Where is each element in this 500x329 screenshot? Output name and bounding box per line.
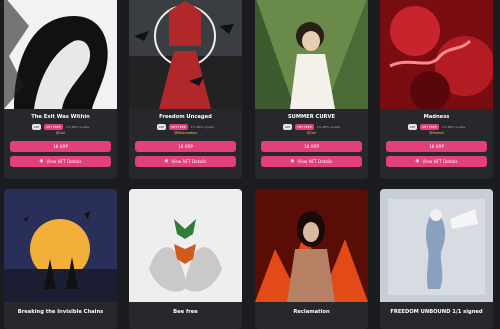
creator-link[interactable]: @Muthell bbox=[380, 131, 493, 135]
view-details-label: View NFT Details bbox=[171, 159, 207, 164]
nft-title: Reclamation bbox=[293, 309, 330, 315]
holders-badge: NFT FREE bbox=[44, 124, 63, 130]
nft-card[interactable]: FREEDOM UNBOUND 1/1 signed bbox=[380, 189, 493, 329]
eye-icon: ◉ bbox=[415, 159, 420, 164]
holders-badge: NFT FREE bbox=[295, 124, 314, 130]
eye-icon: ◉ bbox=[164, 159, 169, 164]
creator-link[interactable]: @Cori bbox=[255, 131, 368, 135]
badges: ART NFT FREE 1% 48% royalty bbox=[129, 124, 242, 130]
nft-title: FREEDOM UNBOUND 1/1 signed bbox=[390, 309, 483, 315]
nft-card[interactable]: Reclamation bbox=[255, 189, 368, 329]
royalty-text: 1% 48% royalty bbox=[316, 125, 341, 129]
nft-artwork[interactable] bbox=[380, 0, 493, 109]
view-details-button[interactable]: ◉ View NFT Details bbox=[10, 156, 111, 167]
eye-icon: ◉ bbox=[290, 159, 295, 164]
royalty-text: 1% 48% royalty bbox=[190, 125, 215, 129]
nft-artwork[interactable] bbox=[255, 0, 368, 109]
view-details-label: View NFT Details bbox=[46, 159, 82, 164]
nft-artwork[interactable] bbox=[255, 189, 368, 302]
holders-badge: NFT FREE bbox=[169, 124, 188, 130]
nft-card[interactable]: Breaking the Invisible Chains bbox=[4, 189, 117, 329]
eye-icon: ◉ bbox=[39, 159, 44, 164]
badges: ART NFT FREE 1% 48% royalty bbox=[380, 124, 493, 130]
view-details-button[interactable]: ◉ View NFT Details bbox=[386, 156, 487, 167]
view-details-label: View NFT Details bbox=[297, 159, 333, 164]
nft-artwork[interactable] bbox=[4, 0, 117, 109]
nft-card[interactable]: Madness ART NFT FREE 1% 48% royalty @Mut… bbox=[380, 0, 493, 179]
nft-title: Breaking the Invisible Chains bbox=[17, 309, 104, 315]
price-button[interactable]: 18 XRP bbox=[261, 141, 362, 152]
view-details-label: View NFT Details bbox=[422, 159, 458, 164]
royalty-text: 1% 48% royalty bbox=[65, 125, 90, 129]
badges: ART NFT FREE 1% 48% royalty bbox=[255, 124, 368, 130]
nft-artwork[interactable] bbox=[380, 189, 493, 302]
nft-artwork[interactable] bbox=[129, 0, 242, 109]
nft-card[interactable]: Bee free bbox=[129, 189, 242, 329]
type-badge: ART bbox=[31, 124, 42, 130]
nft-grid: The Exit Was Within ART NFT FREE 1% 48% … bbox=[0, 0, 500, 329]
nft-title: The Exit Was Within bbox=[31, 114, 90, 120]
nft-artwork[interactable] bbox=[129, 189, 242, 302]
view-details-button[interactable]: ◉ View NFT Details bbox=[135, 156, 236, 167]
price-button[interactable]: 18 XRP bbox=[386, 141, 487, 152]
type-badge: ART bbox=[407, 124, 418, 130]
nft-title: Bee free bbox=[173, 309, 198, 315]
nft-card[interactable]: SUMMER CURVE ART NFT FREE 1% 48% royalty… bbox=[255, 0, 368, 179]
view-details-button[interactable]: ◉ View NFT Details bbox=[261, 156, 362, 167]
nft-card[interactable]: The Exit Was Within ART NFT FREE 1% 48% … bbox=[4, 0, 117, 179]
type-badge: ART bbox=[282, 124, 293, 130]
nft-card[interactable]: Freedom Uncaged ART NFT FREE 1% 48% roya… bbox=[129, 0, 242, 179]
nft-title: SUMMER CURVE bbox=[287, 114, 336, 120]
creator-link[interactable]: @Cori bbox=[4, 131, 117, 135]
nft-title: Madness bbox=[423, 114, 450, 120]
holders-badge: NFT FREE bbox=[420, 124, 439, 130]
price-button[interactable]: 18 XRP bbox=[135, 141, 236, 152]
type-badge: ART bbox=[156, 124, 167, 130]
nft-artwork[interactable] bbox=[4, 189, 117, 302]
nft-title: Freedom Uncaged bbox=[159, 114, 212, 120]
badges: ART NFT FREE 1% 48% royalty bbox=[4, 124, 117, 130]
price-button[interactable]: 18 XRP bbox=[10, 141, 111, 152]
creator-link[interactable]: @Wildcreation bbox=[129, 131, 242, 135]
royalty-text: 1% 48% royalty bbox=[441, 125, 466, 129]
